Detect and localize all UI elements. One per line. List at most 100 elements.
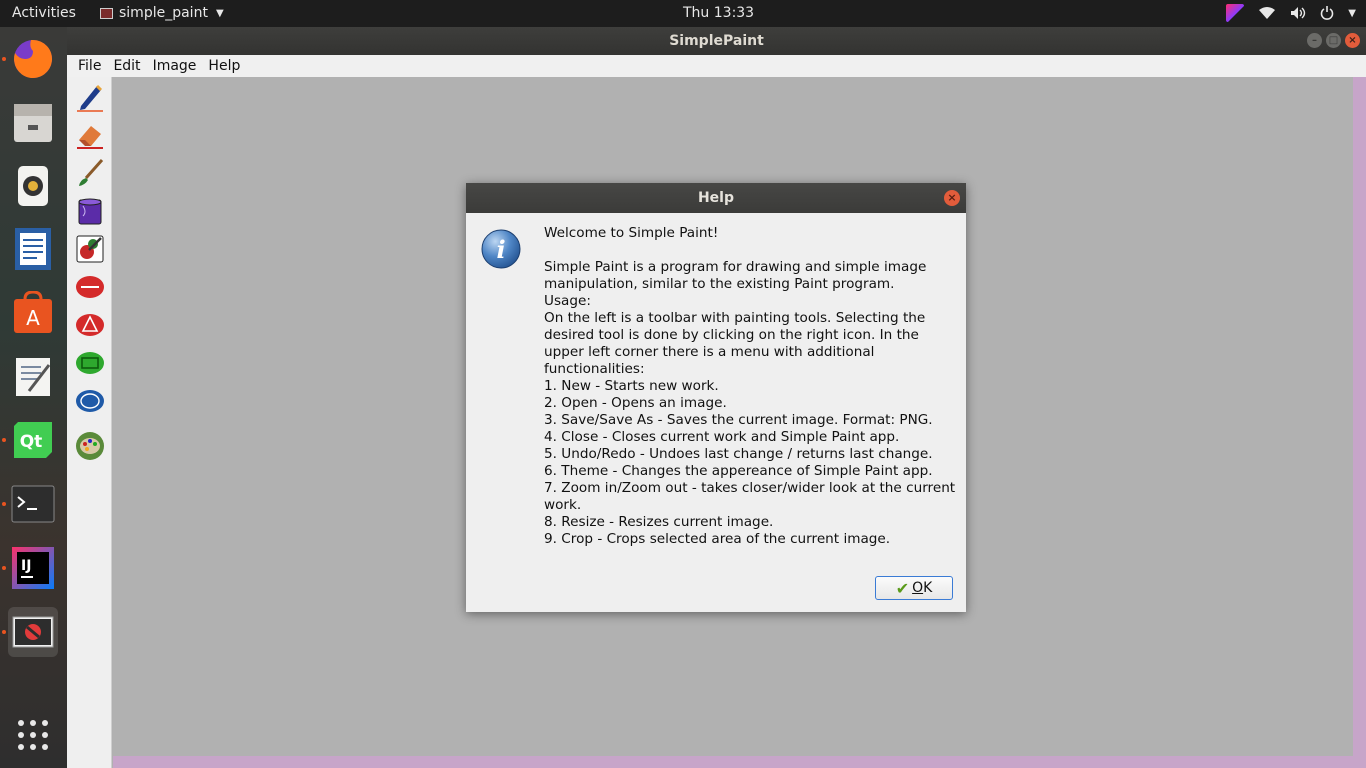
usage-text: On the left is a toolbar with painting t…	[544, 310, 926, 377]
welcome-text: Welcome to Simple Paint!	[544, 225, 719, 241]
menu-bar: File Edit Image Help	[67, 55, 1366, 77]
app-icon	[100, 7, 113, 19]
wifi-icon	[1259, 7, 1276, 19]
app-menu-label: simple_paint	[119, 5, 208, 21]
dock-files[interactable]	[8, 97, 58, 147]
app-grid-icon	[18, 720, 48, 750]
clock[interactable]: Thu 13:33	[683, 5, 754, 21]
help-item: 3. Save/Save As - Saves the current imag…	[544, 412, 933, 428]
ok-mnemonic: O	[912, 580, 924, 596]
ok-button[interactable]: ✔ OK	[875, 576, 953, 600]
checkmark-icon: ✔	[895, 578, 910, 598]
help-text: Welcome to Simple Paint! Simple Paint is…	[544, 225, 956, 548]
menu-edit[interactable]: Edit	[107, 58, 146, 74]
triangle-shape-icon	[76, 314, 104, 336]
intellij-icon: IJ	[12, 547, 54, 589]
running-indicator	[2, 438, 6, 442]
help-item: 4. Close - Closes current work and Simpl…	[544, 429, 900, 445]
triangle-shape-tool[interactable]	[73, 308, 107, 342]
dock-text-editor[interactable]	[8, 352, 58, 402]
help-item: 7. Zoom in/Zoom out - takes closer/wider…	[544, 480, 956, 513]
dock-libreoffice-writer[interactable]	[8, 224, 58, 274]
pencil-tool[interactable]	[73, 80, 107, 114]
system-tray[interactable]: ▼	[1226, 4, 1356, 22]
help-item: 2. Open - Opens an image.	[544, 395, 727, 411]
chevron-down-icon: ▼	[1348, 7, 1356, 19]
dock-intellij[interactable]: IJ	[2, 543, 58, 593]
svg-text:A: A	[26, 306, 40, 330]
dock-terminal[interactable]	[2, 479, 58, 529]
fill-bucket-tool[interactable]	[73, 194, 107, 228]
maximize-button[interactable]: □	[1326, 33, 1341, 48]
running-indicator	[2, 630, 6, 634]
text-editor-icon	[16, 358, 51, 396]
svg-text:Qt: Qt	[20, 432, 43, 452]
svg-text:i: i	[496, 235, 505, 264]
dock-qt-creator[interactable]: Qt	[2, 415, 58, 465]
palette-tool[interactable]	[73, 429, 107, 463]
eraser-tool[interactable]	[73, 118, 107, 152]
power-icon	[1321, 6, 1334, 20]
qt-icon: Qt	[14, 422, 52, 458]
files-icon	[14, 104, 52, 142]
jetbrains-toolbox-icon[interactable]	[1226, 4, 1245, 22]
chevron-down-icon: ▼	[215, 7, 224, 19]
rectangle-shape-icon	[76, 352, 104, 374]
eraser-icon	[77, 126, 103, 149]
no-entry-icon	[12, 616, 54, 648]
canvas-border-bottom	[113, 756, 1366, 768]
volume-icon	[1291, 7, 1306, 19]
palette-icon	[76, 432, 104, 460]
window-title: SimplePaint	[669, 33, 764, 49]
svg-text:IJ: IJ	[21, 558, 31, 574]
dock: A Qt IJ	[0, 27, 67, 768]
activities-button[interactable]: Activities	[12, 5, 76, 21]
running-indicator	[2, 502, 6, 506]
canvas-border-right	[1353, 77, 1366, 768]
help-item: 9. Crop - Crops selected area of the cur…	[544, 531, 891, 547]
dialog-titlebar[interactable]: Help ×	[466, 183, 966, 213]
usage-label: Usage:	[544, 293, 591, 309]
ok-label: K	[923, 580, 933, 596]
ellipse-shape-icon	[76, 390, 104, 412]
help-item: 8. Resize - Resizes current image.	[544, 514, 774, 530]
pencil-icon	[77, 84, 103, 112]
dock-simple-paint[interactable]	[2, 607, 58, 657]
close-button[interactable]: ×	[1345, 33, 1360, 48]
menu-image[interactable]: Image	[147, 58, 203, 74]
color-picker-tool[interactable]	[73, 232, 107, 266]
minimize-button[interactable]: –	[1307, 33, 1322, 48]
dialog-close-button[interactable]: ×	[944, 190, 960, 206]
info-icon: i	[481, 229, 521, 269]
app-menu[interactable]: simple_paint ▼	[100, 5, 224, 21]
ellipse-shape-tool[interactable]	[73, 384, 107, 418]
line-shape-tool[interactable]	[73, 270, 107, 304]
line-shape-icon	[76, 276, 104, 298]
dock-rhythmbox[interactable]	[8, 161, 58, 211]
rectangle-shape-tool[interactable]	[73, 346, 107, 380]
dock-firefox[interactable]	[2, 34, 58, 84]
writer-icon	[15, 228, 51, 270]
dock-ubuntu-software[interactable]: A	[8, 288, 58, 338]
paint-bucket-icon	[78, 198, 102, 225]
window-controls: – □ ×	[1307, 33, 1360, 48]
brush-tool[interactable]	[73, 156, 107, 190]
dialog-title: Help	[697, 190, 735, 206]
top-bar: Activities simple_paint ▼ Thu 13:33 ▼	[0, 0, 1366, 27]
running-indicator	[2, 57, 6, 61]
window-titlebar[interactable]: SimplePaint – □ ×	[67, 27, 1366, 55]
show-applications-button[interactable]	[8, 710, 58, 760]
brush-icon	[79, 159, 104, 186]
menu-file[interactable]: File	[72, 58, 107, 74]
help-item: 6. Theme - Changes the appereance of Sim…	[544, 463, 933, 479]
terminal-icon	[11, 485, 55, 523]
software-store-icon: A	[14, 291, 52, 333]
running-indicator	[2, 566, 6, 570]
help-item: 1. New - Starts new work.	[544, 378, 719, 394]
help-dialog: Help × i Welcome to Simple Paint! Simple…	[466, 183, 966, 612]
color-picker-icon	[76, 235, 104, 263]
menu-help[interactable]: Help	[202, 58, 246, 74]
speaker-icon	[18, 166, 48, 206]
firefox-icon	[14, 39, 53, 78]
tool-palette	[67, 77, 112, 768]
